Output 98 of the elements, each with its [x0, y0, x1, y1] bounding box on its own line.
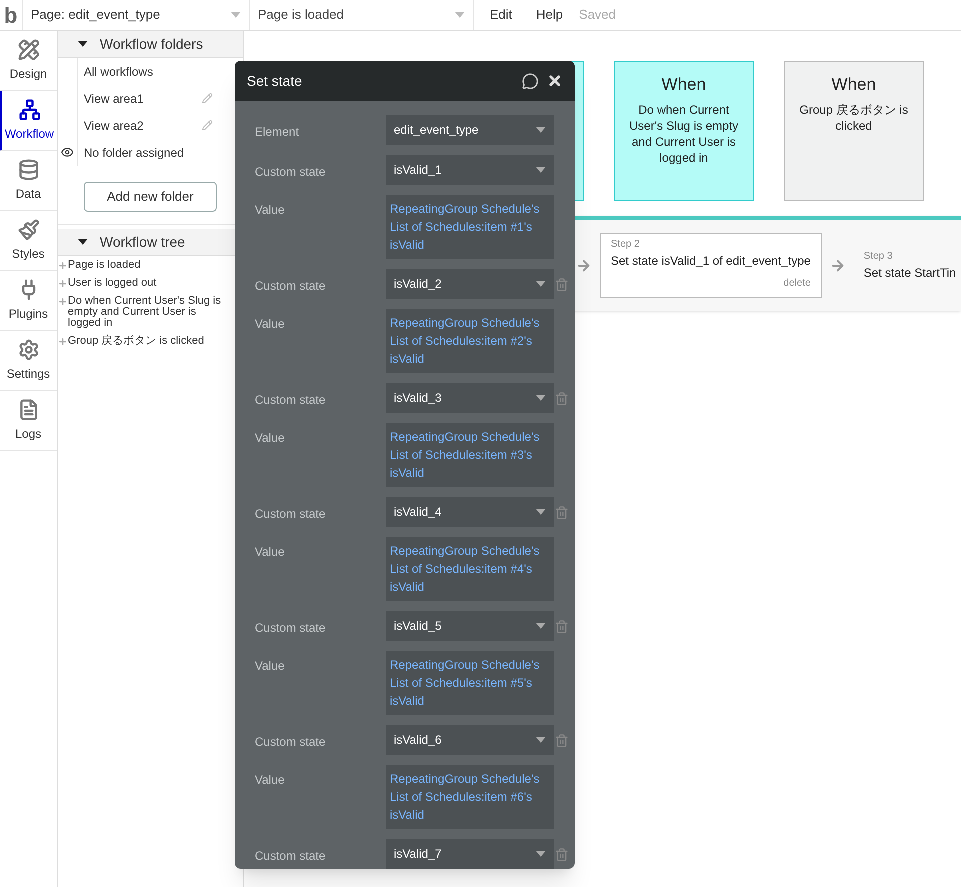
caret-icon [536, 395, 546, 401]
expression-field[interactable]: RepeatingGroup Schedule's List of Schedules:item #2's isValid [386, 309, 554, 373]
caret-icon [536, 623, 546, 629]
tree-item[interactable]: Do when Current User's Slug is empty and Current User is logged in [68, 296, 231, 329]
expression-field[interactable]: RepeatingGroup Schedule's List of Schedules:item #1's isValid [386, 195, 554, 259]
expression-field[interactable]: RepeatingGroup Schedule's List of Schedules:item #4's isValid [386, 537, 554, 601]
field-label: Element [255, 124, 300, 141]
plus-icon[interactable] [58, 261, 68, 271]
menu-item[interactable]: Edit [490, 5, 512, 25]
dropdown-field[interactable]: isValid_1 [386, 155, 554, 185]
event-title: When [662, 74, 706, 96]
caret-icon [536, 281, 546, 287]
field-label: Value [255, 544, 286, 561]
eye-icon[interactable] [61, 146, 74, 159]
tree-item[interactable]: User is logged out [68, 278, 157, 289]
sidebar-item[interactable]: Settings [0, 331, 57, 391]
expression-field[interactable]: RepeatingGroup Schedule's List of Schedules:item #6's isValid [386, 765, 554, 829]
event-description: Do when Current User's Slug is empty and Current User is logged in [628, 102, 740, 166]
logo: b [0, 0, 23, 30]
caret-icon [231, 12, 241, 18]
caret-icon [536, 127, 546, 133]
field-label: Value [255, 772, 286, 789]
dialog-title: Set state [247, 72, 304, 90]
brush-icon [18, 218, 40, 240]
step-label: Step 2 [611, 238, 641, 252]
field-label: Custom state [255, 848, 327, 865]
sidebar-item[interactable]: Logs [0, 391, 57, 451]
event-card[interactable]: When Do when Current User's Slug is empty and Current User is logged in [614, 61, 754, 201]
comment-icon[interactable] [522, 72, 539, 90]
caret-icon [536, 509, 546, 515]
section-header[interactable]: Workflow folders [58, 31, 243, 58]
field-label: Custom state [255, 392, 327, 409]
step-title: Set state isValid_1 of edit_event_type [611, 253, 811, 270]
settings-icon [18, 338, 40, 360]
field-label: Value [255, 658, 286, 675]
page-selector[interactable]: Page: edit_event_type [23, 0, 250, 30]
trash-icon[interactable] [555, 734, 569, 748]
step-box[interactable]: Step 3 Set state StartTin [854, 246, 961, 285]
step-box[interactable]: Step 2 Set state isValid_1 of edit_event_type delete [600, 233, 822, 298]
add-folder-button[interactable]: Add new folder [84, 182, 217, 212]
field-label: Custom state [255, 506, 327, 523]
arrow-icon [830, 258, 846, 274]
trash-icon[interactable] [555, 848, 569, 862]
field-label: Value [255, 316, 286, 333]
tree-item[interactable]: Page is loaded [68, 260, 141, 271]
step-label: Step 3 [864, 250, 894, 264]
caret-icon [455, 12, 465, 18]
dropdown-field[interactable]: edit_event_type [386, 115, 554, 145]
trash-icon[interactable] [555, 278, 569, 292]
trash-icon[interactable] [555, 506, 569, 520]
ruler-pencil-icon [18, 38, 40, 60]
section-title: Workflow folders [100, 34, 204, 54]
trash-icon[interactable] [555, 620, 569, 634]
caret-icon [536, 737, 546, 743]
dropdown-field[interactable]: isValid_4 [386, 497, 554, 527]
event-title: When [832, 74, 876, 96]
database-icon [18, 158, 40, 180]
field-label: Custom state [255, 620, 327, 637]
dropdown-field[interactable]: isValid_5 [386, 611, 554, 641]
step-title: Set state StartTin [864, 265, 956, 282]
caret-icon [536, 167, 546, 173]
sidebar-item[interactable]: Data [0, 151, 57, 211]
tree-item[interactable]: Group 戻るボタン is clicked [68, 336, 204, 347]
section-title: Workflow tree [100, 232, 186, 252]
sitemap-icon [18, 98, 40, 120]
sidebar-item[interactable]: Styles [0, 211, 57, 271]
caret-icon [536, 851, 546, 857]
save-status: Saved [579, 6, 616, 24]
menu-item[interactable]: Help [536, 5, 564, 25]
dropdown-field[interactable]: isValid_2 [386, 269, 554, 299]
folder-item[interactable]: No folder assigned [84, 144, 184, 162]
event-description: Group 戻るボタン is clicked [798, 102, 910, 134]
trash-icon[interactable] [555, 392, 569, 406]
pencil-icon[interactable] [202, 93, 213, 104]
event-card[interactable]: When Group 戻るボタン is clicked [784, 61, 924, 201]
pencil-icon[interactable] [202, 120, 213, 131]
field-label: Value [255, 430, 286, 447]
close-icon[interactable] [547, 73, 563, 89]
delete-link[interactable]: delete [784, 278, 811, 289]
field-label: Custom state [255, 278, 327, 295]
field-label: Value [255, 202, 286, 219]
dropdown-field[interactable]: isValid_6 [386, 725, 554, 755]
event-selector[interactable]: Page is loaded [250, 0, 474, 30]
plus-icon[interactable] [58, 337, 68, 347]
folder-item[interactable]: All workflows [84, 62, 154, 80]
folder-item[interactable]: View area1 [84, 90, 144, 108]
sidebar-item[interactable]: Plugins [0, 271, 57, 331]
expression-field[interactable]: RepeatingGroup Schedule's List of Schedules:item #3's isValid [386, 423, 554, 487]
field-label: Custom state [255, 734, 327, 751]
expression-field[interactable]: RepeatingGroup Schedule's List of Schedules:item #5's isValid [386, 651, 554, 715]
dropdown-field[interactable]: isValid_7 [386, 839, 554, 869]
plus-icon[interactable] [58, 297, 68, 307]
folder-item[interactable]: View area2 [84, 116, 144, 134]
dropdown-field[interactable]: isValid_3 [386, 383, 554, 413]
document-icon [18, 398, 40, 420]
field-label: Custom state [255, 164, 327, 181]
sidebar-item[interactable]: Design [0, 31, 57, 91]
plus-icon[interactable] [58, 279, 68, 289]
